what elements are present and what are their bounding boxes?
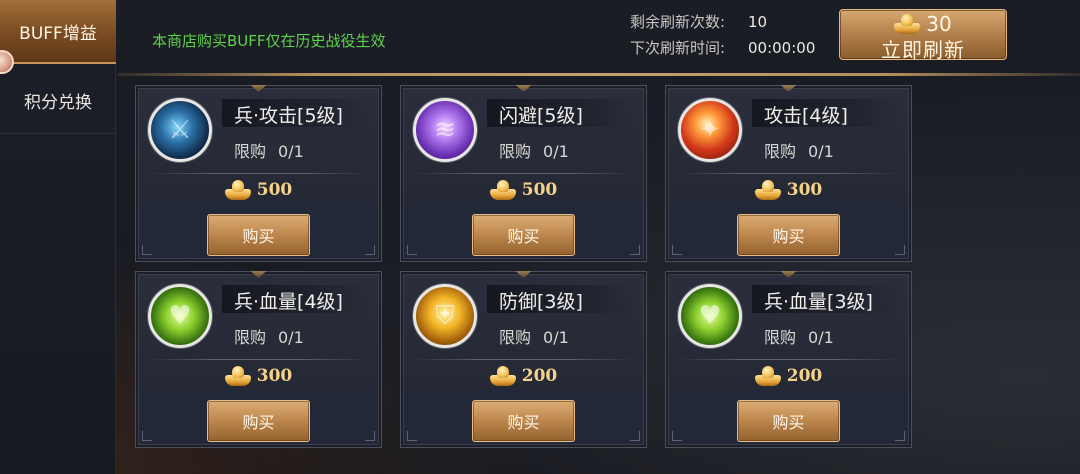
refresh-now-label: 立即刷新 bbox=[881, 38, 965, 62]
gold-ingot-icon bbox=[754, 366, 781, 386]
item-name: 兵·攻击[5级] bbox=[234, 105, 343, 127]
refresh-cost: 30 bbox=[840, 12, 1006, 36]
item-price: 500 bbox=[136, 180, 381, 200]
tab-buff[interactable]: BUFF增益 bbox=[0, 0, 116, 64]
item-price-value: 300 bbox=[256, 366, 293, 386]
item-name: 兵·血量[3级] bbox=[764, 291, 873, 313]
defense-icon: ⛨ bbox=[413, 284, 477, 348]
item-price: 300 bbox=[136, 366, 381, 386]
troop-attack-icon: ⚔ bbox=[148, 98, 212, 162]
attack-icon: ✦ bbox=[678, 98, 742, 162]
item-price-value: 300 bbox=[786, 180, 823, 200]
gold-ingot-icon bbox=[489, 366, 516, 386]
refresh-count-label: 剩余刷新次数: bbox=[630, 13, 726, 31]
refresh-info: 剩余刷新次数: 10 下次刷新时间: 00:00:00 bbox=[630, 9, 815, 61]
item-limit: 限购 0/1 bbox=[499, 328, 569, 347]
tab-buff-label: BUFF增益 bbox=[19, 23, 97, 44]
tab-points-exchange[interactable]: 积分兑换 bbox=[0, 68, 116, 134]
gold-ingot-icon bbox=[894, 14, 921, 34]
sidebar: BUFF增益 积分兑换 bbox=[0, 0, 116, 474]
refresh-count-value: 10 bbox=[748, 13, 768, 31]
buy-button[interactable]: 购买 bbox=[472, 214, 575, 256]
buy-button[interactable]: 购买 bbox=[737, 214, 840, 256]
next-refresh-value: 00:00:00 bbox=[748, 39, 816, 57]
shop-item-card: ⚔ 兵·攻击[5级] 限购 0/1 500 购买 bbox=[135, 85, 382, 262]
refresh-cost-value: 30 bbox=[926, 12, 952, 36]
gold-ingot-icon bbox=[754, 180, 781, 200]
item-name: 防御[3级] bbox=[499, 291, 583, 313]
dodge-icon: ≋ bbox=[413, 98, 477, 162]
item-limit: 限购 0/1 bbox=[764, 328, 834, 347]
item-price-value: 500 bbox=[256, 180, 293, 200]
item-name: 闪避[5级] bbox=[499, 105, 583, 127]
header-divider bbox=[118, 73, 1080, 76]
shop-notice: 本商店购买BUFF仅在历史战役生效 bbox=[152, 32, 386, 50]
gold-ingot-icon bbox=[224, 366, 251, 386]
gold-ingot-icon bbox=[489, 180, 516, 200]
refresh-now-button[interactable]: 30 立即刷新 bbox=[839, 9, 1007, 62]
item-limit: 限购 0/1 bbox=[499, 142, 569, 161]
item-price: 300 bbox=[666, 180, 911, 200]
buy-button[interactable]: 购买 bbox=[737, 400, 840, 442]
item-price: 500 bbox=[401, 180, 646, 200]
item-name: 攻击[4级] bbox=[764, 105, 848, 127]
buy-button[interactable]: 购买 bbox=[207, 214, 310, 256]
troop-hp-icon: ♥ bbox=[148, 284, 212, 348]
gold-ingot-icon bbox=[224, 180, 251, 200]
shop-item-card: ✦ 攻击[4级] 限购 0/1 300 购买 bbox=[665, 85, 912, 262]
item-name: 兵·血量[4级] bbox=[234, 291, 343, 313]
buy-button[interactable]: 购买 bbox=[207, 400, 310, 442]
next-refresh-label: 下次刷新时间: bbox=[630, 39, 726, 57]
item-price: 200 bbox=[401, 366, 646, 386]
shop-item-card: ♥ 兵·血量[3级] 限购 0/1 200 购买 bbox=[665, 271, 912, 448]
shop-item-card: ♥ 兵·血量[4级] 限购 0/1 300 购买 bbox=[135, 271, 382, 448]
tab-points-exchange-label: 积分兑换 bbox=[24, 93, 92, 113]
shop-item-card: ≋ 闪避[5级] 限购 0/1 500 购买 bbox=[400, 85, 647, 262]
shop-item-card: ⛨ 防御[3级] 限购 0/1 200 购买 bbox=[400, 271, 647, 448]
item-limit: 限购 0/1 bbox=[764, 142, 834, 161]
buy-button[interactable]: 购买 bbox=[472, 400, 575, 442]
item-limit: 限购 0/1 bbox=[234, 142, 304, 161]
item-limit: 限购 0/1 bbox=[234, 328, 304, 347]
item-price: 200 bbox=[666, 366, 911, 386]
item-price-value: 200 bbox=[521, 366, 558, 386]
item-price-value: 500 bbox=[521, 180, 558, 200]
troop-hp-icon: ♥ bbox=[678, 284, 742, 348]
item-price-value: 200 bbox=[786, 366, 823, 386]
